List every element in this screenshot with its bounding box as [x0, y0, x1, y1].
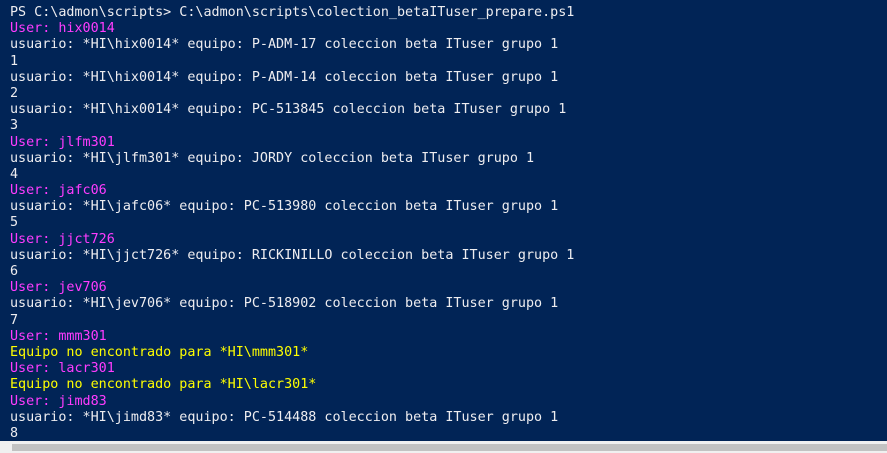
- console-user-line: User: jev706: [10, 280, 107, 296]
- console-warning-line: Equipo no encontrado para *HI\mmm301*: [10, 344, 309, 360]
- console-output-line: 7: [10, 312, 19, 328]
- console-output: PS C:\admon\scripts> C:\admon\scripts\co…: [10, 5, 574, 441]
- console-output-line: usuario: *HI\hix0014* equipo: P-ADM-17 c…: [10, 37, 559, 53]
- console-output-line: usuario: *HI\jimd83* equipo: PC-514488 c…: [10, 409, 559, 425]
- console-output-line: PS C:\admon\scripts> C:\admon\scripts\co…: [10, 5, 575, 20]
- scrollbar-thumb[interactable]: [12, 444, 887, 451]
- console-warning-line: Equipo no encontrado para *HI\lacr301*: [10, 377, 317, 393]
- console-user-line: User: lacr301: [10, 361, 115, 377]
- console-output-line: 1: [10, 53, 19, 69]
- console-output-line: 2: [10, 85, 19, 101]
- console-output-line: 3: [10, 118, 19, 134]
- console-user-line: User: jjct726: [10, 231, 115, 247]
- console-output-line: usuario: *HI\hix0014* equipo: P-ADM-14 c…: [10, 69, 559, 85]
- powershell-console[interactable]: PS C:\admon\scripts> C:\admon\scripts\co…: [0, 0, 887, 441]
- console-output-line: usuario: *HI\jafc06* equipo: PC-513980 c…: [10, 199, 559, 215]
- console-output-line: usuario: *HI\jlfm301* equipo: JORDY cole…: [10, 150, 535, 166]
- console-user-line: User: jlfm301: [10, 134, 115, 150]
- console-user-line: User: jafc06: [10, 183, 107, 199]
- horizontal-scrollbar[interactable]: [0, 441, 887, 453]
- console-user-line: User: hix0014: [10, 21, 115, 37]
- console-output-line: usuario: *HI\hix0014* equipo: PC-513845 …: [10, 102, 567, 118]
- console-output-line: 8: [10, 425, 19, 441]
- console-output-line: 5: [10, 215, 19, 231]
- console-output-line: 6: [10, 264, 19, 279]
- console-user-line: User: jimd83: [10, 393, 107, 409]
- console-output-line: usuario: *HI\jjct726* equipo: RICKINILLO…: [10, 247, 575, 263]
- console-output-line: usuario: *HI\jev706* equipo: PC-518902 c…: [10, 296, 559, 312]
- console-output-line: 4: [10, 166, 19, 182]
- console-user-line: User: mmm301: [10, 328, 107, 344]
